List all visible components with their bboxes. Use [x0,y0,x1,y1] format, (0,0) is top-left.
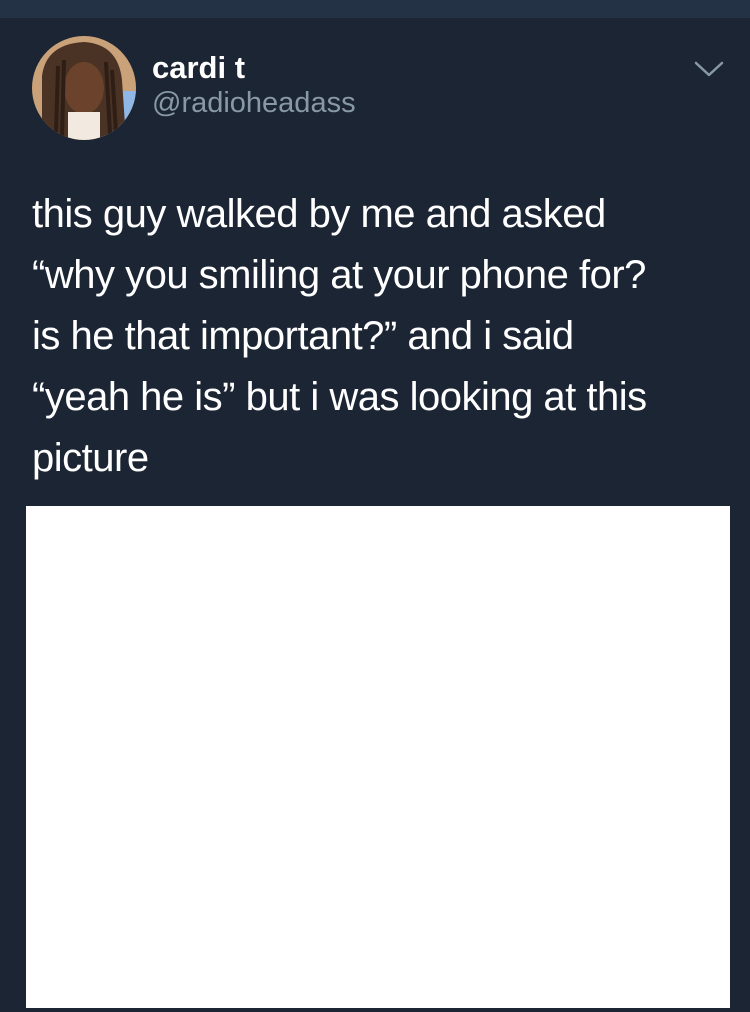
tweet-text: this guy walked by me and asked “why you… [32,192,647,480]
avatar-photo-icon [32,36,136,140]
tweet-card: cardi t @radioheadass this guy walked by… [0,18,750,1012]
avatar[interactable] [32,36,136,140]
user-handle[interactable]: @radioheadass [152,86,356,120]
tweet-media-image[interactable] [26,506,730,1008]
top-strip [0,0,750,18]
chevron-down-icon[interactable] [692,58,726,80]
display-name[interactable]: cardi t [152,50,245,86]
